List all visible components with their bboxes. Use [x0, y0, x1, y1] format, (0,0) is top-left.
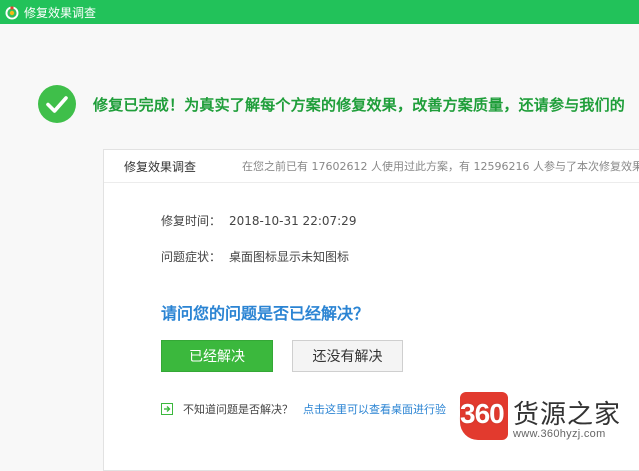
symptom-label: 问题症状：	[161, 250, 222, 264]
window-title: 修复效果调查	[24, 5, 97, 20]
completion-banner: 修复已完成！为真实了解每个方案的修复效果，改善方案质量，还请参与我们的	[38, 85, 625, 123]
repair-time-value: 2018-10-31 22:07:29	[229, 214, 357, 228]
help-row: 不知道问题是否解决？ 点击这里可以查看桌面进行验	[161, 401, 446, 417]
not-resolved-button[interactable]: 还没有解决	[292, 340, 403, 372]
help-label: 不知道问题是否解决？	[183, 403, 293, 416]
resolved-button[interactable]: 已经解决	[161, 340, 273, 372]
completion-message: 修复已完成！为真实了解每个方案的修复效果，改善方案质量，还请参与我们的	[93, 95, 626, 114]
survey-panel-header: 修复效果调查 在您之前已有 17602612 人使用过此方案，有 1259621…	[104, 150, 639, 183]
resolution-question: 请问您的问题是否已经解决？	[161, 304, 370, 323]
watermark-site-name: 货源之家	[513, 400, 622, 430]
usage-stats-text: 在您之前已有 17602612 人使用过此方案，有 12596216 人参与了本…	[242, 160, 639, 173]
check-circle-icon	[38, 85, 76, 123]
arrow-right-icon	[161, 403, 173, 415]
window-titlebar: 修复效果调查	[0, 0, 639, 24]
repair-time-label: 修复时间：	[161, 214, 222, 228]
repair-time-row: 修复时间： 2018-10-31 22:07:29	[161, 212, 356, 229]
app-logo-icon	[5, 5, 19, 20]
watermark-url: www.360hyzj.com	[513, 428, 606, 440]
survey-panel-title: 修复效果调查	[124, 159, 197, 174]
watermark-360-text: 360	[460, 398, 505, 429]
site-watermark: 360 货源之家 www.360hyzj.com	[460, 390, 639, 470]
help-link[interactable]: 点击这里可以查看桌面进行验	[303, 401, 446, 417]
symptom-row: 问题症状： 桌面图标显示未知图标	[161, 248, 349, 265]
symptom-value: 桌面图标显示未知图标	[229, 250, 350, 264]
